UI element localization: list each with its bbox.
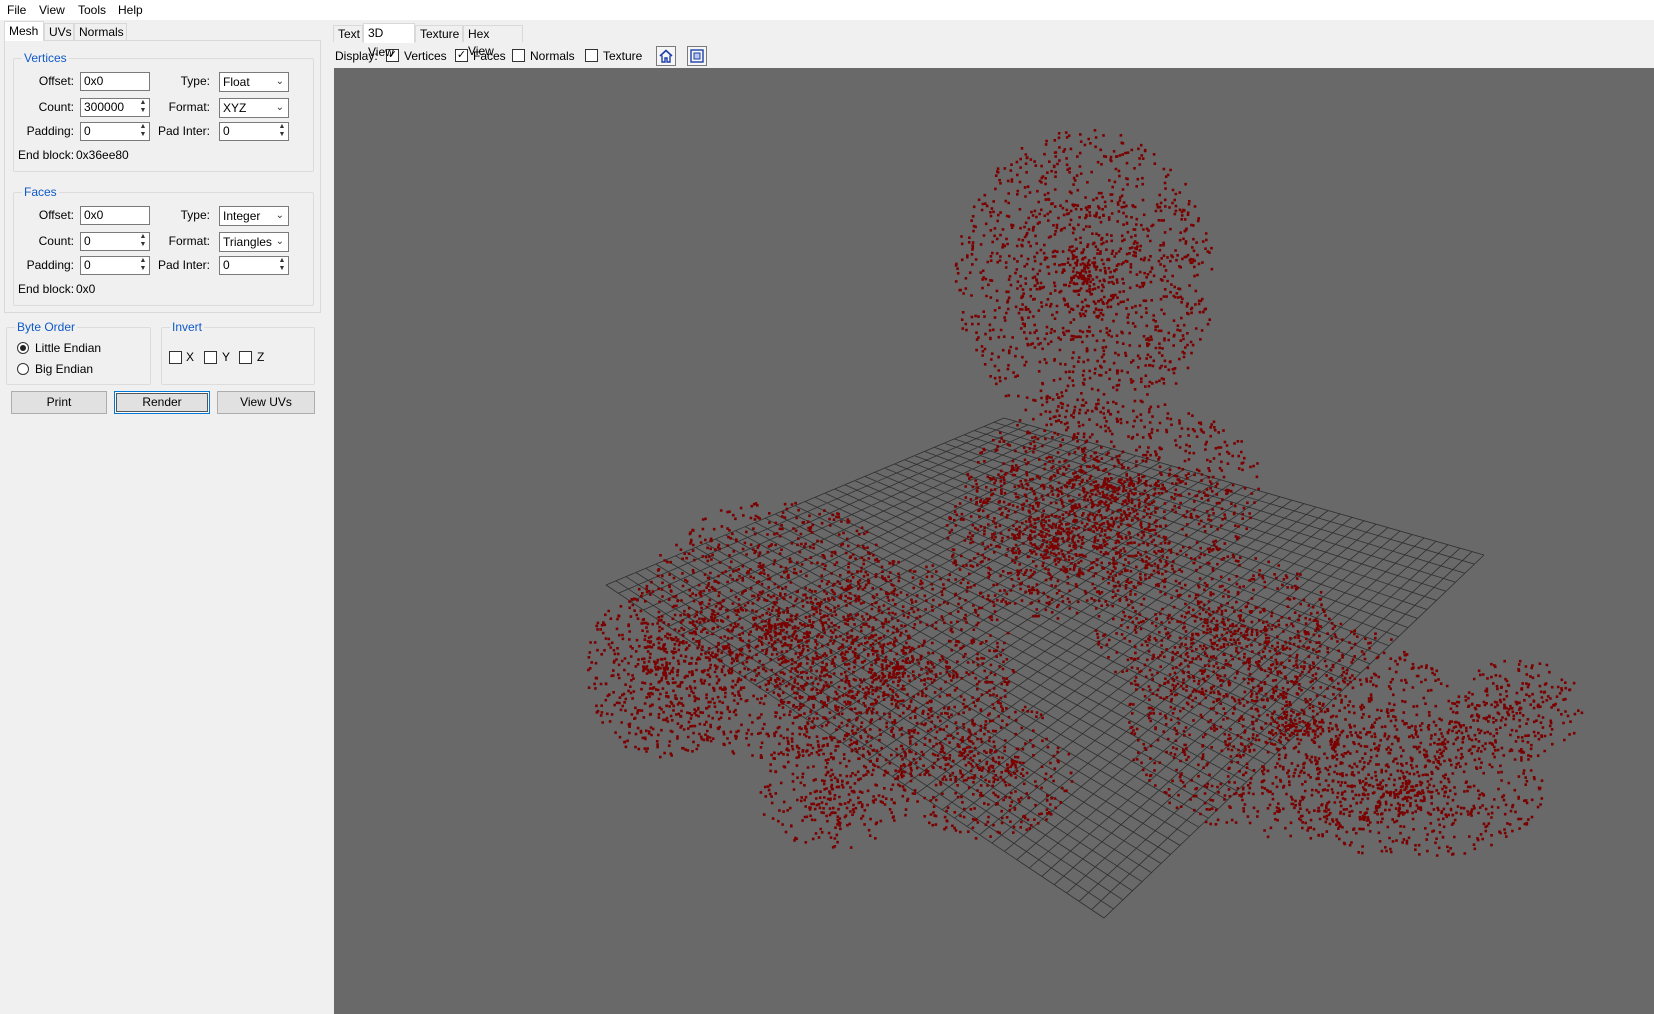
spin-arrows-icon[interactable]: ▲ ▼	[276, 257, 288, 274]
vertices-group: Vertices Offset: 0x0 Type: Float ⌄ Count:…	[13, 51, 314, 172]
menu-file[interactable]: File	[7, 3, 26, 17]
home-icon	[659, 49, 673, 63]
byte-order-title: Byte Order	[15, 320, 78, 334]
faces-padinter-label: Pad Inter:	[157, 258, 210, 272]
invert-y-label: Y	[222, 350, 231, 364]
vertices-padding-label: Padding:	[26, 124, 74, 138]
view-uvs-button[interactable]: View UVs	[217, 391, 315, 414]
vertices-format-value: XYZ	[223, 101, 247, 115]
tab-mesh[interactable]: Mesh	[4, 21, 44, 41]
texture-checkbox-label: Texture	[603, 49, 643, 63]
tab-normals[interactable]: Normals	[74, 23, 127, 40]
faces-type-value: Integer	[223, 209, 261, 223]
vertices-padding-stepper[interactable]: 0 ▲ ▼	[80, 122, 150, 141]
faces-format-value: Triangles	[223, 235, 272, 249]
big-endian-radio[interactable]	[17, 363, 29, 375]
invert-y-checkbox[interactable]	[204, 351, 217, 364]
little-endian-radio[interactable]	[17, 342, 29, 354]
invert-group: Invert X Y Z	[161, 320, 315, 385]
vertices-type-label: Type:	[180, 74, 210, 88]
vertices-title: Vertices	[22, 51, 69, 65]
faces-offset-label: Offset:	[38, 208, 74, 222]
faces-count-label: Count:	[38, 234, 74, 248]
spin-arrows-icon[interactable]: ▲ ▼	[137, 233, 149, 250]
menu-help[interactable]: Help	[118, 3, 143, 17]
vertices-type-select[interactable]: Float ⌄	[219, 72, 289, 92]
3d-viewport[interactable]	[334, 68, 1654, 1014]
chevron-down-icon: ⌄	[275, 76, 284, 87]
faces-group: Faces Offset: 0x0 Type: Integer ⌄ Count: …	[13, 185, 314, 306]
vertices-count-value: 300000	[84, 100, 125, 114]
vertices-count-stepper[interactable]: 300000 ▲ ▼	[80, 98, 150, 117]
invert-x-label: X	[186, 350, 195, 364]
faces-count-stepper[interactable]: 0 ▲ ▼	[80, 232, 150, 251]
normals-checkbox[interactable]	[512, 49, 525, 62]
vertices-format-select[interactable]: XYZ ⌄	[219, 98, 289, 118]
left-tabstrip: Mesh UVs Normals	[4, 21, 324, 41]
print-button[interactable]: Print	[11, 391, 107, 414]
menu-view[interactable]: View	[39, 3, 65, 17]
invert-x-checkbox[interactable]	[169, 351, 182, 364]
faces-offset-input[interactable]: 0x0	[80, 206, 150, 225]
invert-title: Invert	[170, 320, 205, 334]
texture-checkbox[interactable]	[585, 49, 598, 62]
vertex-point-cloud	[587, 129, 1584, 857]
spin-arrows-icon[interactable]: ▲ ▼	[137, 99, 149, 116]
faces-checkbox-label: Faces	[473, 49, 506, 63]
faces-checkbox[interactable]: ✓	[455, 49, 468, 62]
vertices-offset-input[interactable]: 0x0	[80, 72, 150, 91]
frame-icon	[690, 49, 704, 63]
tab-uvs[interactable]: UVs	[44, 23, 74, 40]
faces-format-label: Format:	[168, 234, 210, 248]
tab-hex-view[interactable]: Hex View	[463, 25, 523, 58]
vertices-padinter-stepper[interactable]: 0 ▲ ▼	[219, 122, 289, 141]
tab-texture[interactable]: Texture	[415, 25, 463, 42]
faces-type-label: Type:	[180, 208, 210, 222]
faces-title: Faces	[22, 185, 59, 199]
invert-z-label: Z	[257, 350, 265, 364]
home-view-button[interactable]	[656, 46, 676, 66]
faces-padding-value: 0	[84, 258, 91, 272]
render-button[interactable]: Render	[114, 391, 210, 414]
chevron-down-icon: ⌄	[275, 102, 284, 113]
vertices-padinter-label: Pad Inter:	[157, 124, 210, 138]
vertices-type-value: Float	[223, 75, 250, 89]
vertices-padinter-value: 0	[223, 124, 230, 138]
faces-type-select[interactable]: Integer ⌄	[219, 206, 289, 226]
faces-endblock-label: End block:	[18, 282, 75, 296]
vertices-offset-label: Offset:	[38, 74, 74, 88]
faces-count-value: 0	[84, 234, 91, 248]
spin-arrows-icon[interactable]: ▲ ▼	[137, 257, 149, 274]
big-endian-label[interactable]: Big Endian	[35, 362, 93, 376]
spin-arrows-icon[interactable]: ▲ ▼	[276, 123, 288, 140]
chevron-down-icon: ⌄	[275, 210, 284, 221]
frame-view-button[interactable]	[687, 46, 707, 66]
menu-tools[interactable]: Tools	[78, 3, 106, 17]
right-tabstrip: Text 3D View Texture Hex View	[333, 23, 653, 59]
vertices-format-label: Format:	[168, 100, 210, 114]
tab-text[interactable]: Text	[333, 25, 363, 42]
normals-checkbox-label: Normals	[530, 49, 575, 63]
vertices-endblock-value: 0x36ee80	[76, 148, 129, 162]
faces-format-select[interactable]: Triangles ⌄	[219, 232, 289, 252]
faces-padinter-stepper[interactable]: 0 ▲ ▼	[219, 256, 289, 275]
vertices-endblock-label: End block:	[18, 148, 75, 162]
point-cloud-scene[interactable]	[334, 68, 1654, 1014]
chevron-down-icon: ⌄	[275, 236, 284, 247]
faces-padding-label: Padding:	[26, 258, 74, 272]
faces-padding-stepper[interactable]: 0 ▲ ▼	[80, 256, 150, 275]
little-endian-label[interactable]: Little Endian	[35, 341, 101, 355]
faces-padinter-value: 0	[223, 258, 230, 272]
tab-3d-view[interactable]: 3D View	[363, 23, 415, 59]
invert-z-checkbox[interactable]	[239, 351, 252, 364]
faces-endblock-value: 0x0	[76, 282, 96, 296]
vertices-padding-value: 0	[84, 124, 91, 138]
menu-bar: File View Tools Help	[0, 0, 1654, 20]
byte-order-group: Byte Order Little Endian Big Endian	[6, 320, 151, 385]
spin-arrows-icon[interactable]: ▲ ▼	[137, 123, 149, 140]
mesh-panel: Vertices Offset: 0x0 Type: Float ⌄ Count:…	[4, 40, 321, 313]
display-toolbar: Display: ✓ Vertices ✓ Faces Normals Text…	[334, 44, 1654, 68]
vertices-count-label: Count:	[38, 100, 74, 114]
vertices-checkbox-label: Vertices	[404, 49, 447, 63]
